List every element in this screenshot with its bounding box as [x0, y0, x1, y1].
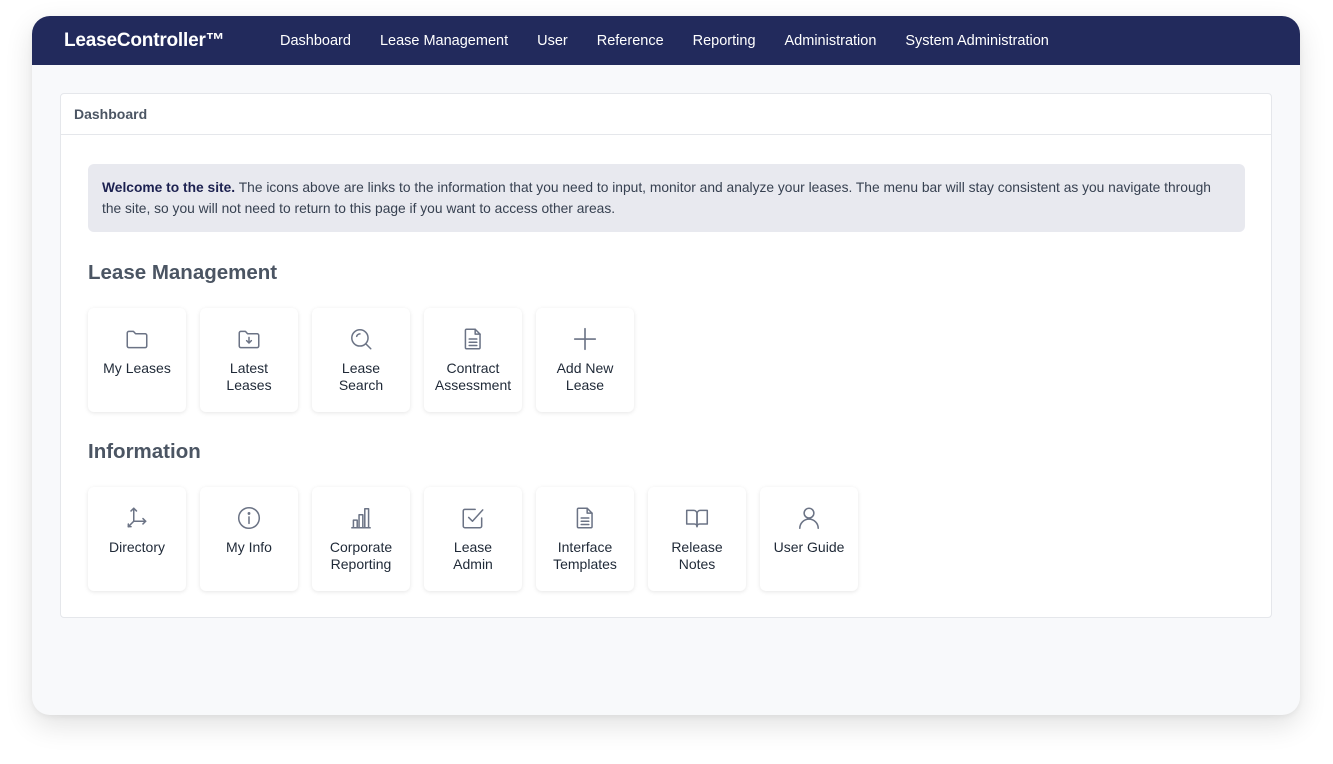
- tile-label: My Info: [226, 539, 272, 555]
- nav-item-reporting[interactable]: Reporting: [693, 33, 756, 49]
- info-circle-icon: [236, 505, 262, 531]
- folder-icon: [124, 326, 150, 352]
- dashboard-card: Dashboard Welcome to the site. The icons…: [60, 93, 1272, 618]
- tile-lease-search[interactable]: Lease Search: [312, 308, 410, 412]
- section-title-lease-management: Lease Management: [88, 261, 278, 284]
- tile-label: User Guide: [773, 539, 845, 555]
- brand-logo[interactable]: LeaseController™: [64, 30, 280, 52]
- nav-item-administration[interactable]: Administration: [785, 33, 877, 49]
- tile-my-leases[interactable]: My Leases: [88, 308, 186, 412]
- tile-release-notes[interactable]: Release Notes: [648, 487, 746, 591]
- welcome-body-text: The icons above are links to the informa…: [102, 180, 1211, 216]
- welcome-message: Welcome to the site. The icons above are…: [88, 164, 1245, 232]
- tile-interface-templates[interactable]: Interface Templates: [536, 487, 634, 591]
- user-icon: [796, 505, 822, 531]
- tile-label: Contract Assessment: [434, 360, 512, 393]
- tile-contract-assessment[interactable]: Contract Assessment: [424, 308, 522, 412]
- nav-item-dashboard[interactable]: Dashboard: [280, 33, 351, 49]
- app-window: LeaseController™ Dashboard Lease Managem…: [32, 16, 1300, 715]
- nav-item-lease-management[interactable]: Lease Management: [380, 33, 508, 49]
- tile-label: Release Notes: [671, 539, 723, 572]
- top-navbar: LeaseController™ Dashboard Lease Managem…: [32, 16, 1300, 65]
- document-icon: [572, 505, 598, 531]
- bar-chart-icon: [348, 505, 374, 531]
- tile-user-guide[interactable]: User Guide: [760, 487, 858, 591]
- tile-directory[interactable]: Directory: [88, 487, 186, 591]
- tile-add-new-lease[interactable]: Add New Lease: [536, 308, 634, 412]
- card-header-title: Dashboard: [61, 94, 1271, 135]
- tile-label: Add New Lease: [556, 360, 614, 393]
- folder-download-icon: [236, 326, 262, 352]
- welcome-bold-text: Welcome to the site.: [102, 180, 236, 195]
- tile-label: Lease Admin: [453, 539, 493, 572]
- lease-management-tiles: My Leases Latest Leases Lease Search Contr…: [88, 308, 648, 412]
- information-tiles: Directory My Info Corporate Reporting Lea…: [88, 487, 872, 591]
- tile-label: Directory: [108, 539, 165, 555]
- directory-arrows-icon: [124, 505, 150, 531]
- section-title-information: Information: [88, 440, 201, 463]
- tile-my-info[interactable]: My Info: [200, 487, 298, 591]
- plus-icon: [572, 326, 598, 352]
- tile-label: Lease Search: [338, 360, 384, 393]
- nav-item-reference[interactable]: Reference: [597, 33, 664, 49]
- tile-label: Corporate Reporting: [329, 539, 393, 572]
- tile-label: My Leases: [103, 360, 171, 376]
- nav-item-system-administration[interactable]: System Administration: [905, 33, 1048, 49]
- nav-item-user[interactable]: User: [537, 33, 568, 49]
- main-menu: Dashboard Lease Management User Referenc…: [280, 33, 1078, 49]
- tile-lease-admin[interactable]: Lease Admin: [424, 487, 522, 591]
- tile-corporate-reporting[interactable]: Corporate Reporting: [312, 487, 410, 591]
- book-icon: [684, 505, 710, 531]
- tile-label: Interface Templates: [553, 539, 617, 572]
- tile-latest-leases[interactable]: Latest Leases: [200, 308, 298, 412]
- checkbox-icon: [460, 505, 486, 531]
- document-icon: [460, 326, 486, 352]
- tile-label: Latest Leases: [226, 360, 272, 393]
- search-icon: [348, 326, 374, 352]
